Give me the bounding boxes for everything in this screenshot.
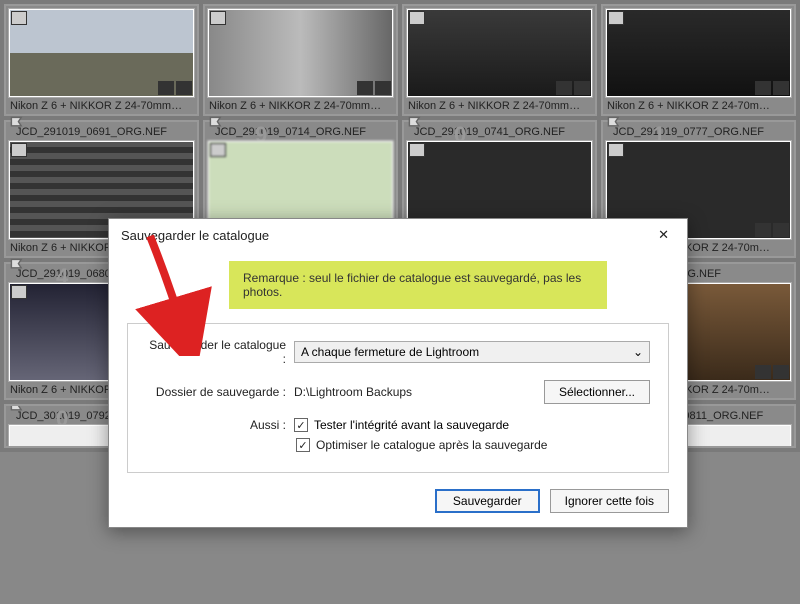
folder-row: Dossier de sauvegarde : D:\Lightroom Bac… — [146, 380, 650, 404]
dialog-fieldset: Sauvegarder le catalogue : A chaque ferm… — [127, 323, 669, 473]
also-label: Aussi : — [146, 418, 286, 432]
skip-button[interactable]: Ignorer cette fois — [550, 489, 669, 513]
chevron-down-icon: ⌄ — [633, 345, 643, 359]
frequency-select[interactable]: A chaque fermeture de Lightroom ⌄ — [294, 341, 650, 363]
backup-catalog-dialog: Sauvegarder le catalogue ✕ Remarque : se… — [108, 218, 688, 528]
dialog-button-row: Sauvegarder Ignorer cette fois — [109, 489, 687, 527]
optimize-label: Optimiser le catalogue après la sauvegar… — [316, 438, 547, 452]
select-folder-button[interactable]: Sélectionner... — [544, 380, 650, 404]
save-button[interactable]: Sauvegarder — [435, 489, 540, 513]
close-icon: ✕ — [658, 227, 669, 242]
dialog-title: Sauvegarder le catalogue — [121, 228, 269, 243]
folder-label: Dossier de sauvegarde : — [146, 385, 286, 399]
close-button[interactable]: ✕ — [652, 227, 675, 243]
dialog-note: Remarque : seul le fichier de catalogue … — [229, 261, 607, 309]
test-integrity-label: Tester l'intégrité avant la sauvegarde — [314, 418, 509, 432]
dialog-titlebar: Sauvegarder le catalogue ✕ — [109, 219, 687, 251]
optimize-checkbox[interactable]: ✓ — [296, 438, 310, 452]
frequency-label: Sauvegarder le catalogue : — [146, 338, 286, 366]
modal-overlay: Sauvegarder le catalogue ✕ Remarque : se… — [0, 0, 800, 604]
folder-path: D:\Lightroom Backups — [294, 385, 536, 399]
frequency-row: Sauvegarder le catalogue : A chaque ferm… — [146, 338, 650, 366]
frequency-value: A chaque fermeture de Lightroom — [301, 345, 479, 359]
test-integrity-checkbox[interactable]: ✓ — [294, 418, 308, 432]
optimize-row: ✓ Optimiser le catalogue après la sauveg… — [296, 438, 650, 452]
also-row: Aussi : ✓ Tester l'intégrité avant la sa… — [146, 418, 650, 432]
